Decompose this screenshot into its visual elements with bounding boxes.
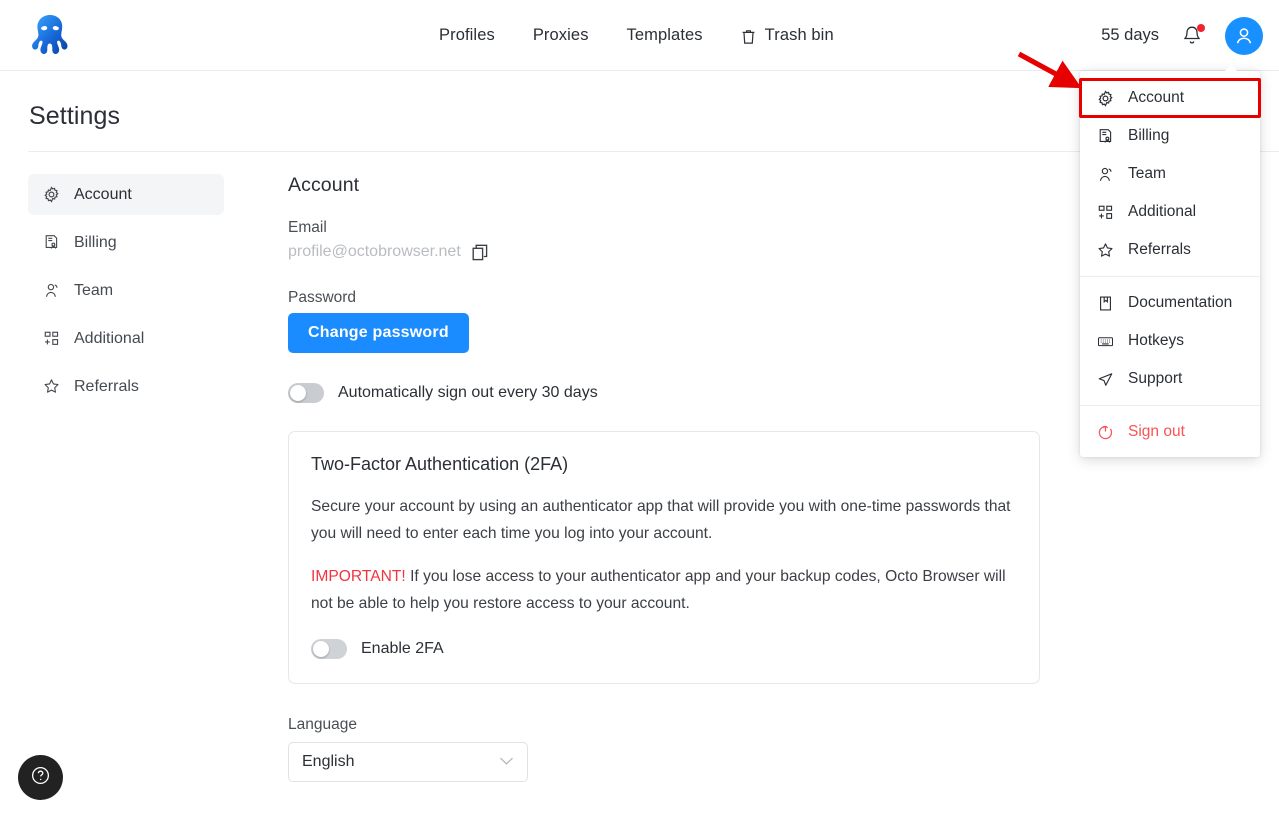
dropdown-item-label: Team xyxy=(1128,165,1166,182)
star-icon xyxy=(1096,241,1114,259)
notification-badge-dot xyxy=(1197,23,1205,32)
auto-signout-label: Automatically sign out every 30 days xyxy=(338,384,598,401)
auto-signout-toggle[interactable] xyxy=(288,383,324,403)
section-title-account: Account xyxy=(288,174,360,196)
sidebar-item-additional[interactable]: Additional xyxy=(28,318,224,359)
enable-2fa-toggle[interactable] xyxy=(311,639,347,659)
sidebar-item-referrals[interactable]: Referrals xyxy=(28,366,224,407)
nav-item-profiles[interactable]: Profiles xyxy=(420,26,514,45)
twofa-important: IMPORTANT! If you lose access to your au… xyxy=(311,563,1017,617)
account-settings-content: Account Email profile@octobrowser.net Pa… xyxy=(288,174,1040,782)
team-people-icon xyxy=(42,282,60,300)
send-icon xyxy=(1096,370,1114,388)
dropdown-item-team[interactable]: Team xyxy=(1080,155,1260,193)
nav-item-label: Profiles xyxy=(439,26,495,44)
dropdown-item-account[interactable]: Account xyxy=(1080,79,1260,117)
grid-plus-icon xyxy=(1096,203,1114,221)
user-avatar-icon[interactable] xyxy=(1225,16,1263,55)
sidebar-item-team[interactable]: Team xyxy=(28,270,224,311)
copy-icon[interactable] xyxy=(472,243,488,261)
toggle-knob xyxy=(290,385,306,401)
dropdown-item-support[interactable]: Support xyxy=(1080,360,1260,398)
chevron-down-icon xyxy=(499,753,514,771)
dropdown-item-label: Sign out xyxy=(1128,423,1185,440)
gear-icon xyxy=(1096,89,1114,107)
dropdown-item-label: Support xyxy=(1128,370,1183,387)
email-row: profile@octobrowser.net xyxy=(288,243,1040,261)
nav-item-templates[interactable]: Templates xyxy=(608,26,722,45)
toggle-knob xyxy=(313,641,329,657)
dropdown-item-documentation[interactable]: Documentation xyxy=(1080,284,1260,322)
two-factor-auth-card: Two-Factor Authentication (2FA) Secure y… xyxy=(288,431,1040,684)
dropdown-item-billing[interactable]: Billing xyxy=(1080,117,1260,155)
sidebar-item-billing[interactable]: Billing xyxy=(28,222,224,263)
language-block: Language English xyxy=(288,716,1040,782)
nav-item-label: Proxies xyxy=(532,26,589,44)
sidebar-item-account[interactable]: Account xyxy=(28,174,224,215)
enable-2fa-label: Enable 2FA xyxy=(361,640,444,657)
email-label: Email xyxy=(288,219,327,236)
twofa-important-text: If you lose access to your authenticator… xyxy=(311,568,1006,612)
gear-icon xyxy=(42,186,60,204)
change-password-button[interactable]: Change password xyxy=(288,313,469,353)
dropdown-item-label: Account xyxy=(1128,89,1185,106)
dropdown-item-hotkeys[interactable]: Hotkeys xyxy=(1080,322,1260,360)
app-header: Profiles Proxies Templates Trash bin 55 … xyxy=(0,0,1279,71)
language-label: Language xyxy=(288,716,357,733)
book-icon xyxy=(1096,294,1114,312)
question-mark-help-icon xyxy=(29,764,52,792)
twofa-description: Secure your account by using an authenti… xyxy=(311,498,1011,542)
password-label: Password xyxy=(288,289,357,306)
twofa-important-prefix: IMPORTANT! xyxy=(311,568,406,585)
star-icon xyxy=(42,378,60,396)
email-value: profile@octobrowser.net xyxy=(288,243,461,260)
keyboard-icon xyxy=(1096,332,1114,350)
sidebar-item-label: Billing xyxy=(74,233,117,251)
notification-bell-icon[interactable] xyxy=(1181,23,1205,48)
dropdown-item-label: Documentation xyxy=(1128,294,1233,311)
days-remaining-label: 55 days xyxy=(1101,26,1159,44)
nav-item-label: Templates xyxy=(626,26,703,44)
dropdown-divider-1 xyxy=(1080,276,1260,277)
billing-document-icon xyxy=(42,234,60,252)
page-title: Settings xyxy=(29,102,121,130)
twofa-title: Two-Factor Authentication (2FA) xyxy=(311,454,569,474)
grid-plus-icon xyxy=(42,330,60,348)
help-button[interactable] xyxy=(18,755,63,800)
dropdown-item-label: Billing xyxy=(1128,127,1170,144)
enable-2fa-row: Enable 2FA xyxy=(311,639,1017,659)
sidebar-item-label: Referrals xyxy=(74,377,139,395)
sign-out-icon xyxy=(1096,423,1114,441)
sidebar-item-label: Additional xyxy=(74,329,145,347)
dropdown-item-label: Hotkeys xyxy=(1128,332,1184,349)
sidebar-item-label: Team xyxy=(74,281,114,299)
main-nav: Profiles Proxies Templates Trash bin xyxy=(420,0,853,71)
team-people-icon xyxy=(1096,165,1114,183)
octo-browser-logo[interactable] xyxy=(25,10,75,60)
language-select[interactable]: English xyxy=(288,742,528,782)
sidebar-item-label: Account xyxy=(74,185,132,203)
dropdown-item-sign-out[interactable]: Sign out xyxy=(1080,413,1260,451)
dropdown-divider-2 xyxy=(1080,405,1260,406)
account-dropdown-menu: Account Billing Team Additional Referral… xyxy=(1079,64,1261,457)
language-selected-value: English xyxy=(302,753,355,770)
auto-signout-row: Automatically sign out every 30 days xyxy=(288,383,1040,403)
billing-document-icon xyxy=(1096,127,1114,145)
dropdown-item-additional[interactable]: Additional xyxy=(1080,193,1260,231)
nav-item-trash-bin[interactable]: Trash bin xyxy=(722,26,853,45)
nav-item-label: Trash bin xyxy=(764,26,834,44)
nav-item-proxies[interactable]: Proxies xyxy=(514,26,608,45)
dropdown-item-label: Referrals xyxy=(1128,241,1191,258)
trash-icon xyxy=(741,29,756,45)
settings-sidebar: Account Billing Team Additional Referral… xyxy=(28,174,224,414)
header-right-tools: 55 days xyxy=(1101,0,1263,71)
dropdown-item-referrals[interactable]: Referrals xyxy=(1080,231,1260,269)
dropdown-item-label: Additional xyxy=(1128,203,1197,220)
